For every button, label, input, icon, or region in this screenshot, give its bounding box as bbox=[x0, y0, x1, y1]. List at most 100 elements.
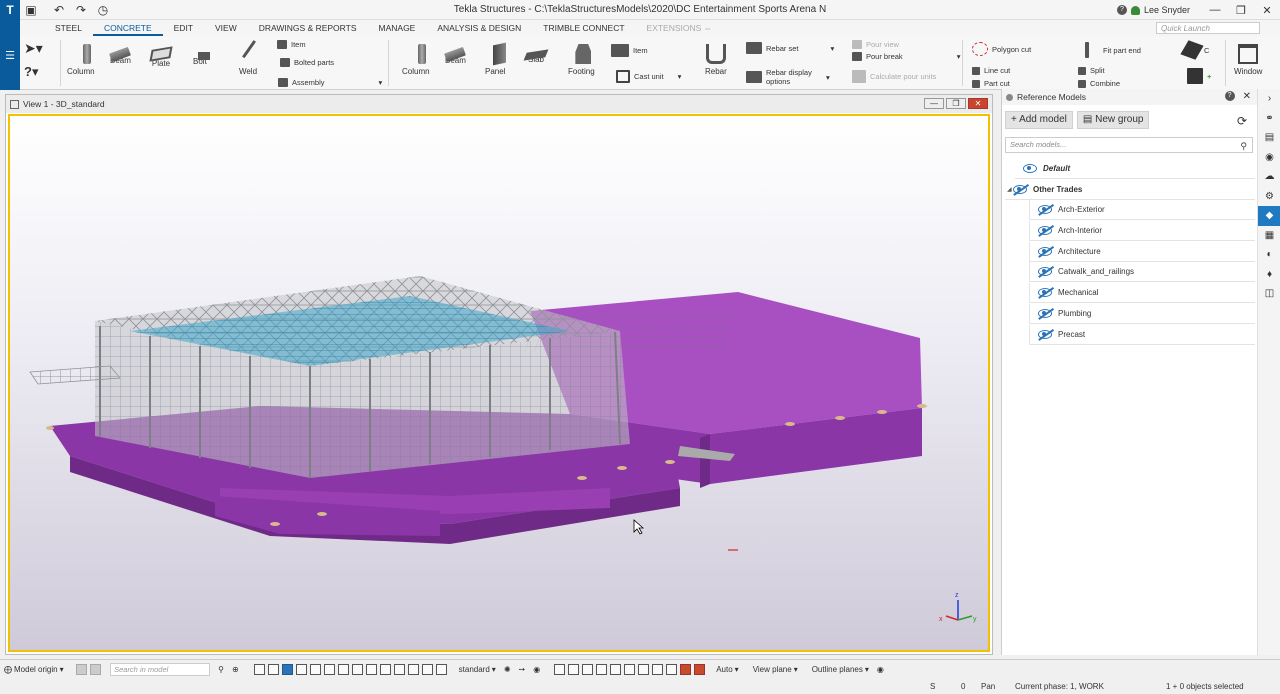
combine-button[interactable]: Combine bbox=[1078, 79, 1120, 88]
hidden-eye-icon[interactable] bbox=[1038, 308, 1052, 318]
tab-drawings-reports[interactable]: DRAWINGS & REPORTS bbox=[248, 20, 368, 36]
select-planes-icon[interactable] bbox=[380, 664, 392, 675]
snap-free-icon[interactable] bbox=[693, 664, 705, 675]
panel-close-icon[interactable]: ✕ bbox=[1243, 91, 1251, 102]
split-button[interactable]: Split bbox=[1078, 66, 1105, 75]
new-group-button[interactable]: ▤ New group bbox=[1076, 111, 1150, 129]
cloud-icon[interactable]: ☁ bbox=[1258, 167, 1280, 187]
snap-intersection-icon[interactable] bbox=[623, 664, 635, 675]
collapse-icon[interactable]: ◢ bbox=[1007, 186, 1012, 193]
rebar-button[interactable]: Rebar bbox=[705, 44, 727, 76]
snap-perpendicular-icon[interactable] bbox=[637, 664, 649, 675]
list-item[interactable]: Architecture bbox=[1029, 241, 1255, 262]
tag-icon[interactable]: ♦ bbox=[1258, 265, 1280, 285]
quick-launch-input[interactable]: Quick Launch bbox=[1156, 22, 1260, 34]
steel-plate-button[interactable]: Plate bbox=[149, 44, 173, 68]
hidden-eye-icon[interactable] bbox=[1038, 288, 1052, 298]
sphere-icon[interactable]: ◐ bbox=[1258, 245, 1280, 265]
select-tool-icon[interactable]: ➤▾ bbox=[24, 40, 43, 57]
view-minimize-button[interactable]: — bbox=[924, 98, 944, 109]
status-phase[interactable]: Current phase: 1, WORK bbox=[1015, 682, 1104, 691]
snap-extension-icon[interactable] bbox=[651, 664, 663, 675]
tab-concrete[interactable]: CONCRETE bbox=[92, 20, 163, 36]
refresh-icon[interactable]: ⟳ bbox=[1237, 114, 1247, 128]
add-model-button[interactable]: + Add model bbox=[1005, 111, 1073, 129]
view-close-button[interactable]: ✕ bbox=[968, 98, 988, 109]
pour-break-button[interactable]: Pour break ▾ bbox=[852, 52, 960, 61]
cast-unit-button[interactable]: Cast unit ▾ bbox=[616, 70, 681, 83]
steel-column-button[interactable]: Column bbox=[67, 44, 95, 76]
hidden-eye-icon[interactable] bbox=[1038, 205, 1052, 215]
save-icon[interactable]: ▣ bbox=[20, 0, 42, 20]
select-assembly-icon[interactable] bbox=[408, 664, 420, 675]
rebar-display-options-button[interactable]: Rebar display options ▾ bbox=[746, 68, 846, 86]
tab-extensions[interactable]: EXTENSIONS ⇔ bbox=[636, 20, 724, 36]
fit-part-end-button[interactable]: Fit part end bbox=[1085, 42, 1141, 58]
view-plane-dropdown[interactable]: View plane ▾ bbox=[749, 665, 802, 674]
tab-view[interactable]: VIEW bbox=[204, 20, 248, 36]
weld-button[interactable]: Weld bbox=[238, 40, 270, 76]
concrete-beam-button[interactable]: Beam bbox=[444, 44, 467, 65]
hidden-eye-icon[interactable] bbox=[1038, 226, 1052, 236]
select-cuts-icon[interactable] bbox=[338, 664, 350, 675]
tab-trimble-connect[interactable]: TRIMBLE CONNECT bbox=[532, 20, 635, 36]
link-icon[interactable]: ⚭ bbox=[1258, 109, 1280, 129]
search-models-input[interactable]: Search models... ⚲ bbox=[1005, 137, 1253, 153]
expand-panel-icon[interactable]: › bbox=[1258, 89, 1280, 109]
display-eye-icon[interactable]: ◉ bbox=[873, 665, 888, 674]
list-item[interactable]: Arch-Interior bbox=[1029, 221, 1255, 242]
snap-point-icon[interactable] bbox=[679, 664, 691, 675]
tab-edit[interactable]: EDIT bbox=[163, 20, 204, 36]
list-item[interactable]: Precast bbox=[1029, 324, 1255, 345]
line-cut-button[interactable]: Line cut bbox=[972, 66, 1010, 75]
select-points-icon[interactable] bbox=[366, 664, 378, 675]
view-restore-button[interactable]: ❐ bbox=[946, 98, 966, 109]
select-views-icon[interactable] bbox=[394, 664, 406, 675]
undo-icon[interactable]: ↶ bbox=[48, 0, 70, 20]
hidden-eye-icon[interactable] bbox=[1038, 246, 1052, 256]
help-icon[interactable]: ? bbox=[1116, 5, 1127, 15]
3d-viewport[interactable]: z y x bbox=[8, 114, 990, 652]
select-parts-icon[interactable] bbox=[296, 664, 308, 675]
concrete-item-button[interactable]: Item bbox=[611, 44, 648, 57]
steel-beam-button[interactable]: Beam bbox=[109, 44, 132, 65]
panel-button[interactable]: Panel bbox=[485, 42, 506, 76]
toolbar-icon[interactable] bbox=[89, 664, 101, 675]
select-bolts-icon[interactable] bbox=[324, 664, 336, 675]
tab-analysis-design[interactable]: ANALYSIS & DESIGN bbox=[426, 20, 532, 36]
hidden-eye-icon[interactable] bbox=[1013, 184, 1027, 194]
side-menu-icon[interactable]: ☰ bbox=[0, 20, 20, 90]
outline-planes-dropdown[interactable]: Outline planes ▾ bbox=[808, 665, 873, 674]
assembly-button[interactable]: Assembly ▾ bbox=[278, 78, 382, 87]
list-item[interactable]: Catwalk_and_railings bbox=[1029, 262, 1255, 283]
snap-nearest-icon[interactable] bbox=[665, 664, 677, 675]
snap-override-icon[interactable]: ➙ bbox=[515, 665, 530, 674]
redo-icon[interactable]: ↷ bbox=[70, 0, 92, 20]
list-item[interactable]: Plumbing bbox=[1029, 303, 1255, 324]
select-welds-icon[interactable] bbox=[310, 664, 322, 675]
history-icon[interactable]: ◷ bbox=[92, 0, 114, 20]
tab-manage[interactable]: MANAGE bbox=[368, 20, 427, 36]
select-pointer-alt-icon[interactable] bbox=[268, 664, 280, 675]
slab-button[interactable]: Slab bbox=[523, 44, 549, 64]
window-button[interactable]: Window bbox=[1234, 44, 1262, 76]
visible-eye-icon[interactable] bbox=[1023, 164, 1037, 173]
snap-midpoint-icon[interactable] bbox=[609, 664, 621, 675]
view-title-bar[interactable]: View 1 - 3D_standard — ❐ ✕ bbox=[6, 95, 992, 113]
snap-triangle-icon[interactable] bbox=[595, 664, 607, 675]
rebar-set-button[interactable]: Rebar set ▾ bbox=[746, 42, 834, 54]
reference-models-tab-icon[interactable]: ◆ bbox=[1258, 206, 1280, 226]
snap-reference-lines-icon[interactable] bbox=[553, 664, 565, 675]
select-pointer-icon[interactable] bbox=[254, 664, 266, 675]
hidden-eye-icon[interactable] bbox=[1038, 329, 1052, 339]
concrete-column-button[interactable]: Column bbox=[402, 44, 430, 76]
close-window-button[interactable]: ✕ bbox=[1254, 4, 1280, 17]
document-icon[interactable]: ▤ bbox=[1258, 128, 1280, 148]
list-item[interactable]: Arch-Exterior bbox=[1029, 200, 1255, 221]
panel-help-icon[interactable]: ? bbox=[1224, 91, 1235, 101]
search-in-model-input[interactable]: Search in model bbox=[110, 663, 211, 676]
selection-filter-dropdown[interactable]: standard ▾ bbox=[455, 665, 500, 674]
pour-view-button[interactable]: Pour view bbox=[852, 40, 899, 49]
select-grids-icon[interactable] bbox=[352, 664, 364, 675]
select-all-icon[interactable] bbox=[282, 664, 294, 675]
